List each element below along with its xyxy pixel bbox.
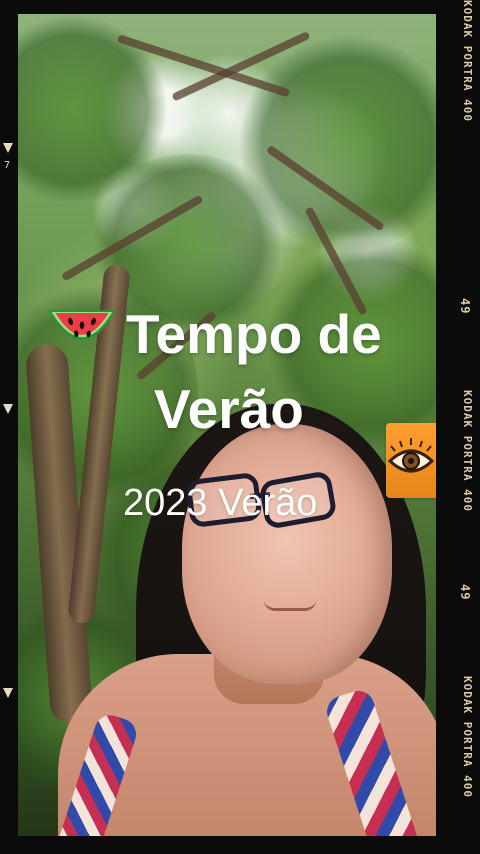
year-subtitle: 2023 Verão — [123, 482, 318, 524]
watermelon-icon — [47, 310, 117, 341]
film-arrow-icon — [3, 688, 13, 698]
eye-sticker — [386, 423, 436, 498]
film-brand-label: KODAK PORTRA 400 — [461, 676, 474, 798]
film-markings: KODAK PORTRA 400 49 KODAK PORTRA 400 49 … — [436, 0, 480, 854]
film-small-number: 7 — [4, 160, 11, 171]
story-title: Tempo de Verão — [36, 300, 440, 437]
film-arrow-icon — [3, 143, 13, 153]
mouth — [264, 600, 316, 611]
film-frame-number: 49 — [458, 298, 472, 315]
film-brand-label: KODAK PORTRA 400 — [461, 0, 474, 122]
story-frame: KODAK PORTRA 400 49 KODAK PORTRA 400 49 … — [0, 0, 480, 854]
film-arrow-icon — [3, 404, 13, 414]
film-brand-label: KODAK PORTRA 400 — [461, 390, 474, 512]
eye-sticker-icon — [387, 438, 435, 473]
face — [182, 424, 392, 684]
film-border-top — [0, 0, 480, 14]
title-line-one: Tempo de — [126, 302, 382, 365]
film-frame-number: 49 — [458, 584, 472, 601]
film-border-left — [0, 0, 18, 854]
film-border-bottom — [0, 836, 480, 854]
title-row: Tempo de — [44, 300, 440, 362]
